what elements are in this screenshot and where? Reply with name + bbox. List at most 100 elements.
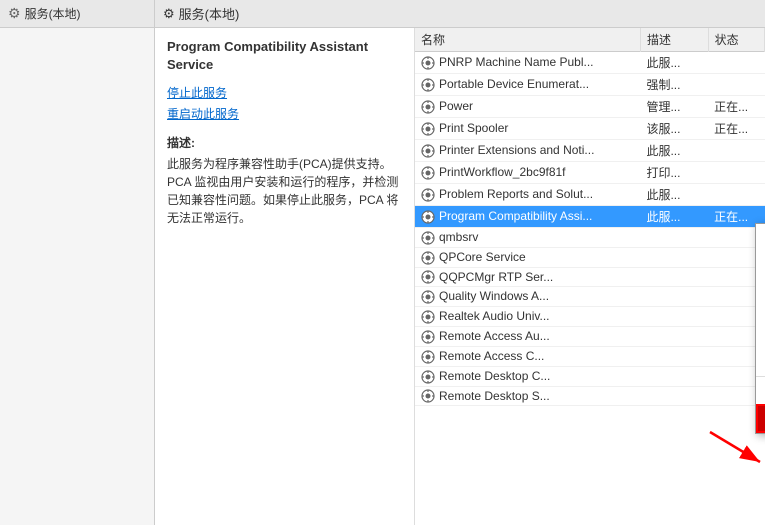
context-menu-item[interactable]: 重新启动(E) [756, 324, 765, 349]
table-row[interactable]: Problem Reports and Solut... 此服... [415, 184, 765, 206]
service-row-icon [421, 251, 435, 265]
col-header-desc[interactable]: 描述 [640, 28, 708, 52]
service-status-cell: 正在... [708, 96, 764, 118]
service-name-cell: Print Spooler [415, 118, 640, 140]
service-desc-cell: 管理... [640, 96, 708, 118]
sidebar: ⚙ 服务(本地) [0, 0, 155, 525]
service-row-icon [421, 166, 435, 180]
service-row-icon [421, 122, 435, 136]
table-row[interactable]: Realtek Audio Univ... [415, 307, 765, 327]
service-name-cell: Portable Device Enumerat... [415, 74, 640, 96]
service-row-icon [421, 210, 435, 224]
service-status-cell [708, 184, 764, 206]
service-desc-cell [640, 228, 708, 248]
table-row[interactable]: QQPCMgr RTP Ser... [415, 267, 765, 287]
table-row[interactable]: PrintWorkflow_2bc9f81f 打印... [415, 162, 765, 184]
service-row-icon [421, 270, 435, 284]
context-menu-separator [756, 376, 765, 377]
context-menu: 启动(S)停止(O)暂停(U)恢复(M)重新启动(E)所有任务(K)▶ 刷新(F)… [755, 223, 765, 434]
table-row[interactable]: Power 管理... 正在... [415, 96, 765, 118]
description-section: 描述: 此服务为程序兼容性助手(PCA)提供支持。PCA 监视由用户安装和运行的… [167, 134, 402, 227]
table-row[interactable]: Remote Desktop C... [415, 366, 765, 386]
service-name-cell: Program Compatibility Assi... [415, 206, 640, 228]
service-status-cell [708, 162, 764, 184]
stop-service-link[interactable]: 停止此服务 [167, 84, 402, 101]
sidebar-header: ⚙ 服务(本地) [0, 0, 154, 28]
service-row-icon [421, 188, 435, 202]
context-menu-item[interactable]: 暂停(U) [756, 274, 765, 299]
table-row[interactable]: Remote Desktop S... [415, 386, 765, 406]
col-header-status[interactable]: 状态 [708, 28, 764, 52]
table-row[interactable]: Portable Device Enumerat... 强制... [415, 74, 765, 96]
service-name-cell: Problem Reports and Solut... [415, 184, 640, 206]
service-name-cell: QPCore Service [415, 247, 640, 267]
service-desc-cell [640, 287, 708, 307]
context-menu-item[interactable]: 刷新(F) [756, 379, 765, 404]
context-menu-item[interactable]: 启动(S) [756, 224, 765, 249]
service-status-cell [708, 74, 764, 96]
table-row[interactable]: Printer Extensions and Noti... 此服... [415, 140, 765, 162]
col-header-name[interactable]: 名称 [415, 28, 640, 52]
main-container: ⚙ 服务(本地) ⚙ 服务(本地) Program Compatibility … [0, 0, 765, 525]
service-desc-cell [640, 247, 708, 267]
service-name-cell: Remote Desktop S... [415, 386, 640, 406]
service-name-cell: Printer Extensions and Noti... [415, 140, 640, 162]
service-name-cell: PrintWorkflow_2bc9f81f [415, 162, 640, 184]
service-name-cell: Remote Access C... [415, 346, 640, 366]
context-menu-item[interactable]: 所有任务(K)▶ [756, 349, 765, 374]
context-menu-item[interactable]: 停止(O) [756, 249, 765, 274]
content-area: ⚙ 服务(本地) Program Compatibility Assistant… [155, 0, 765, 525]
service-name-cell: qmbsrv [415, 228, 640, 248]
table-row[interactable]: Quality Windows A... [415, 287, 765, 307]
table-row[interactable]: Print Spooler 该服... 正在... [415, 118, 765, 140]
service-row-icon [421, 78, 435, 92]
sidebar-title: 服务(本地) [25, 5, 81, 22]
table-row[interactable]: qmbsrv [415, 228, 765, 248]
table-row[interactable]: Remote Access C... [415, 346, 765, 366]
service-name-cell: Remote Desktop C... [415, 366, 640, 386]
service-row-icon [421, 310, 435, 324]
service-name-cell: Quality Windows A... [415, 287, 640, 307]
service-name-cell: Remote Access Au... [415, 327, 640, 347]
service-name-cell: PNRP Machine Name Publ... [415, 52, 640, 74]
service-desc-cell: 强制... [640, 74, 708, 96]
service-desc-cell: 此服... [640, 206, 708, 228]
service-desc-cell: 此服... [640, 184, 708, 206]
service-row-icon [421, 330, 435, 344]
table-row[interactable]: Program Compatibility Assi... 此服... 正在..… [415, 206, 765, 228]
content-header: ⚙ 服务(本地) [155, 0, 765, 28]
context-menu-item[interactable]: 恢复(M) [756, 299, 765, 324]
service-actions: 停止此服务 重启动此服务 [167, 84, 402, 122]
service-status-cell [708, 52, 764, 74]
service-row-icon [421, 144, 435, 158]
service-row-icon [421, 370, 435, 384]
service-desc-cell: 打印... [640, 162, 708, 184]
table-row[interactable]: Remote Access Au... [415, 327, 765, 347]
service-name-cell: Power [415, 96, 640, 118]
service-desc-cell: 该服... [640, 118, 708, 140]
service-desc-cell: 此服... [640, 140, 708, 162]
table-header-row: 名称 描述 状态 [415, 28, 765, 52]
service-desc-cell [640, 366, 708, 386]
service-row-icon [421, 350, 435, 364]
service-status-cell: 正在... [708, 118, 764, 140]
restart-service-link[interactable]: 重启动此服务 [167, 105, 402, 122]
content-header-icon: ⚙ [163, 6, 175, 22]
service-desc-cell: 此服... [640, 52, 708, 74]
context-menu-item[interactable]: 属性(R) [756, 404, 765, 433]
services-icon: ⚙ [8, 5, 21, 22]
service-name-cell: QQPCMgr RTP Ser... [415, 267, 640, 287]
service-row-icon [421, 231, 435, 245]
description-text: 此服务为程序兼容性助手(PCA)提供支持。PCA 监视由用户安装和运行的程序，并… [167, 155, 402, 227]
table-row[interactable]: QPCore Service [415, 247, 765, 267]
table-row[interactable]: PNRP Machine Name Publ... 此服... [415, 52, 765, 74]
service-desc-cell [640, 386, 708, 406]
service-status-cell [708, 140, 764, 162]
service-desc-cell [640, 267, 708, 287]
right-panel: 名称 描述 状态 [415, 28, 765, 525]
service-row-icon [421, 389, 435, 403]
service-desc-cell [640, 346, 708, 366]
services-table: 名称 描述 状态 [415, 28, 765, 406]
content-body: Program Compatibility Assistant Service … [155, 28, 765, 525]
service-row-icon [421, 290, 435, 304]
